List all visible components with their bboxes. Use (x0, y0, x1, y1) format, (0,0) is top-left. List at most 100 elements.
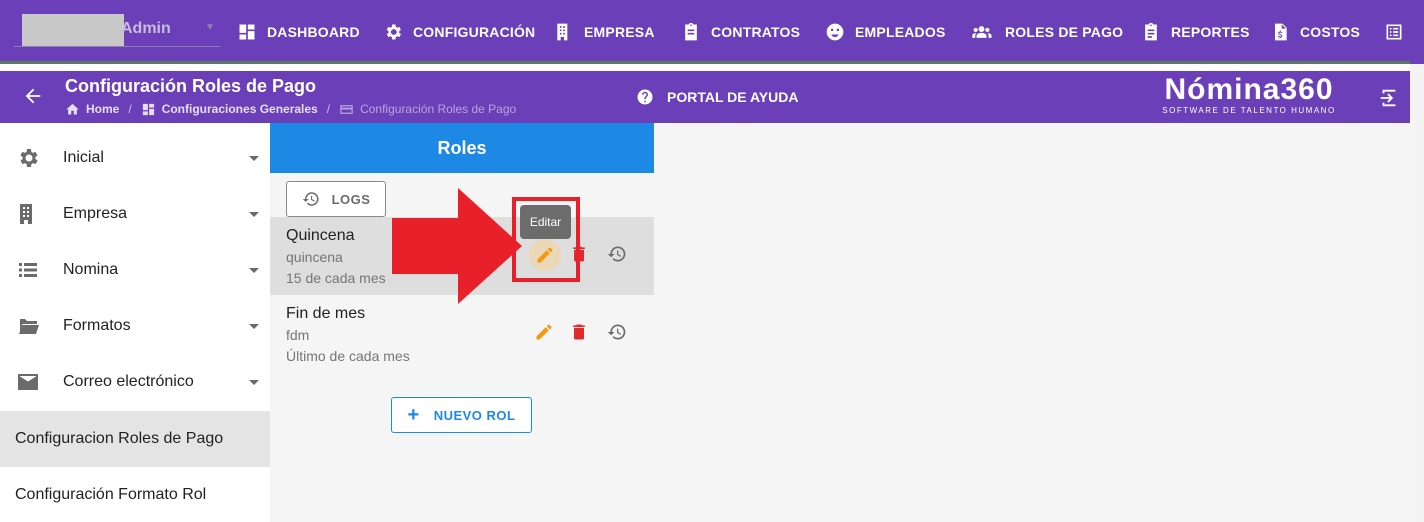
page-title: Configuración Roles de Pago (65, 76, 317, 96)
nav-costos-label: COSTOS (1300, 24, 1361, 40)
role-history-button[interactable] (607, 322, 629, 344)
logs-button[interactable]: LOGS (286, 181, 386, 217)
sidebar-link-config-formato[interactable]: Configuración Formato Rol (0, 467, 284, 522)
nav-dashboard-label: DASHBOARD (267, 24, 360, 40)
history-icon (607, 246, 626, 262)
invoice-icon (1275, 23, 1287, 41)
mail-icon (16, 370, 40, 394)
breadcrumb-home[interactable]: Home (65, 102, 119, 117)
list-icon (16, 258, 40, 282)
loading-progress-line (0, 61, 1410, 64)
top-navigation-bar: Admin ▼ DASHBOARD CONFIGURACIÓN EMPRESA … (0, 0, 1424, 64)
help-circle-icon (637, 89, 653, 105)
caret-down-icon (249, 324, 259, 329)
edit-role-button[interactable] (534, 322, 556, 344)
sidebar-item-label: Inicial (63, 149, 104, 166)
sidebar-item-nomina[interactable]: Nomina (0, 242, 284, 298)
nav-dashboard[interactable]: DASHBOARD (237, 20, 360, 44)
nav-costos[interactable]: COSTOS (1270, 20, 1360, 44)
user-selector-underline (14, 46, 220, 47)
sidebar-item-label: Formatos (63, 317, 131, 334)
dashboard-icon (239, 24, 255, 40)
sidebar-item-label: Empresa (63, 205, 128, 222)
logs-button-label: LOGS (331, 191, 371, 207)
redacted-user-field (22, 14, 124, 46)
annotation-arrow-icon (392, 188, 522, 304)
user-selector[interactable]: Admin ▼ (14, 14, 220, 47)
arrow-left-icon (25, 88, 41, 104)
back-button[interactable] (22, 85, 44, 107)
breadcrumb-home-label: Home (86, 102, 120, 116)
role-name: Quincena (286, 227, 355, 244)
nav-empleados-label: EMPLEADOS (855, 24, 946, 40)
role-description: 15 de cada mes (286, 270, 386, 286)
clipboard-icon (685, 22, 697, 41)
role-code: fdm (286, 327, 310, 343)
nav-roles-de-pago[interactable]: ROLES DE PAGO (968, 20, 1123, 44)
group-icon (972, 26, 992, 38)
folder-open-icon (16, 314, 40, 338)
nav-contratos-label: CONTRATOS (711, 24, 801, 40)
breadcrumb-general[interactable]: Configuraciones Generales (141, 102, 318, 117)
caret-down-icon (249, 212, 259, 217)
role-name: Fin de mes (286, 305, 366, 322)
caret-down-icon (249, 156, 259, 161)
nav-empresa-label: EMPRESA (584, 24, 655, 40)
role-code: quincena (286, 249, 343, 265)
role-list-item-fin-de-mes[interactable]: Fin de mes fdm Último de cada mes (270, 295, 654, 373)
sidebar-item-inicial[interactable]: Inicial (0, 130, 284, 186)
nav-contratos[interactable]: CONTRATOS (681, 20, 800, 44)
nav-reportes[interactable]: REPORTES (1141, 20, 1250, 44)
gear-icon (386, 24, 401, 40)
role-description: Último de cada mes (286, 348, 410, 364)
logout-button[interactable] (1378, 87, 1400, 109)
new-role-button[interactable]: + NUEVO ROL (391, 397, 532, 433)
sidebar-item-empresa[interactable]: Empresa (0, 186, 284, 242)
brand-tagline: SOFTWARE DE TALENTO HUMANO (1162, 106, 1336, 115)
report-icon (1145, 22, 1157, 41)
nav-configuracion[interactable]: CONFIGURACIÓN (383, 20, 535, 44)
nav-configuracion-label: CONFIGURACIÓN (413, 24, 536, 40)
building-icon (557, 23, 568, 41)
sidebar-link-config-roles[interactable]: Configuracion Roles de Pago (0, 411, 284, 467)
plus-icon: + (407, 404, 420, 426)
pencil-icon (536, 324, 552, 340)
caret-down-icon (249, 268, 259, 273)
roles-panel: Roles LOGS Quincena quincena 15 de cada … (270, 123, 654, 522)
new-role-button-label: NUEVO ROL (433, 407, 516, 423)
page-scrollbar[interactable] (1410, 64, 1424, 522)
face-icon (826, 23, 844, 41)
nav-roles-de-pago-label: ROLES DE PAGO (1005, 24, 1124, 40)
sidebar-item-label: Correo electrónico (63, 373, 194, 390)
caret-down-icon: ▼ (205, 22, 215, 33)
sidebar-link-label: Configuracion Roles de Pago (15, 430, 224, 447)
sidebar: Inicial Empresa Nomina Formatos Correo e… (0, 123, 284, 522)
dashboard-icon (142, 103, 154, 115)
breadcrumb: Home / Configuraciones Generales / Confi… (65, 101, 516, 117)
breadcrumb-separator: / (128, 102, 132, 116)
annotation-highlight-box (512, 197, 580, 282)
building-icon (16, 202, 40, 226)
brand-logo: Nómina360 SOFTWARE DE TALENTO HUMANO (1158, 74, 1340, 118)
breadcrumb-current: Configuración Roles de Pago (339, 102, 516, 117)
home-icon (66, 103, 79, 114)
roles-panel-title: Roles (270, 123, 654, 173)
sidebar-item-label: Nomina (63, 261, 119, 278)
nav-more[interactable] (1384, 20, 1414, 44)
logout-icon (1380, 89, 1396, 107)
history-icon (302, 192, 319, 206)
nav-empleados[interactable]: EMPLEADOS (825, 20, 945, 44)
credit-card-icon (340, 104, 353, 114)
list-alt-icon (1386, 24, 1402, 40)
history-icon (607, 324, 626, 340)
sidebar-item-formatos[interactable]: Formatos (0, 298, 284, 354)
role-history-button[interactable] (607, 244, 629, 266)
sidebar-item-correo[interactable]: Correo electrónico (0, 354, 284, 410)
help-portal-link[interactable]: PORTAL DE AYUDA (636, 88, 798, 106)
trash-icon (573, 324, 585, 340)
nav-empresa[interactable]: EMPRESA (554, 20, 655, 44)
breadcrumb-general-label: Configuraciones Generales (161, 102, 318, 116)
delete-role-button[interactable] (569, 322, 591, 344)
sidebar-link-label: Configuración Formato Rol (15, 486, 207, 503)
brand-name: Nómina360 (1164, 73, 1334, 106)
